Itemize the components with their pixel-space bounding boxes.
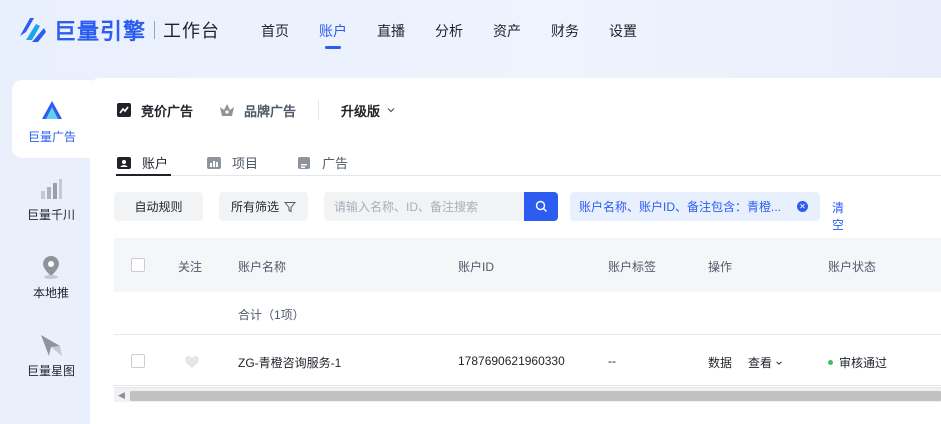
brand-divider: [154, 21, 156, 39]
col-actions: 操作: [708, 260, 733, 274]
table-total-row: 合计（1项）: [114, 292, 941, 335]
filter-funnel-icon: [284, 201, 296, 213]
active-filter-text: 账户名称、账户ID、备注包含：青橙...: [579, 200, 782, 214]
col-account-name: 账户名称: [238, 260, 287, 274]
tab-bidding-ad[interactable]: 竞价广告: [116, 101, 193, 120]
col-account-id: 账户ID: [458, 260, 495, 274]
main-panel: 竞价广告 品牌广告 升级版 账户 项目 广告 自动规则 所有筛选 请输入名称、I…: [90, 78, 941, 424]
heart-icon[interactable]: [184, 355, 200, 372]
account-card-icon: [116, 156, 132, 170]
account-id-cell: 1787690621960330: [458, 354, 565, 368]
account-name-cell[interactable]: ZG-青橙咨询服务-1: [238, 354, 341, 371]
ocean-engine-ad-icon: [39, 98, 65, 124]
sidebar-item-xingtu[interactable]: 巨量星图: [12, 314, 90, 392]
sidebar-item-qianchuan[interactable]: 巨量千川: [12, 158, 90, 236]
sidebar-item-label: 巨量千川: [26, 208, 75, 222]
tab-brand-ad-label: 品牌广告: [244, 103, 297, 119]
ad-type-switcher: 竞价广告 品牌广告 升级版: [116, 100, 396, 120]
tab-project-label: 项目: [232, 156, 259, 171]
chevron-down-icon: [775, 356, 783, 370]
nav-finance[interactable]: 财务: [551, 21, 579, 51]
divider: [318, 100, 320, 120]
sidebar-item-ocean-ad[interactable]: 巨量广告: [12, 80, 92, 158]
sub-tabs: 账户 项目 广告: [116, 150, 941, 176]
brand-name: 巨量引擎: [54, 19, 147, 44]
nav-home[interactable]: 首页: [261, 21, 289, 51]
nav-account[interactable]: 账户: [319, 21, 347, 51]
status-text: 审核通过: [839, 356, 888, 370]
horizontal-scrollbar[interactable]: ◀: [114, 387, 941, 402]
trend-chart-icon: [116, 102, 132, 118]
sidebar-item-label: 巨量广告: [27, 130, 76, 144]
all-filter-label: 所有筛选: [230, 200, 279, 214]
data-link[interactable]: 数据: [708, 354, 732, 371]
account-tag-cell: --: [608, 354, 616, 368]
nav-settings[interactable]: 设置: [609, 21, 637, 51]
tab-brand-ad[interactable]: 品牌广告: [219, 101, 296, 120]
top-nav: 首页 账户 直播 分析 资产 财务 设置: [261, 21, 667, 51]
sidebar-item-local-push[interactable]: 本地推: [12, 236, 90, 314]
search-input[interactable]: [324, 192, 524, 221]
scrollbar-thumb[interactable]: [130, 391, 941, 401]
sidebar-item-label: 本地推: [32, 286, 69, 300]
tab-project[interactable]: 项目: [206, 150, 258, 175]
version-dropdown[interactable]: 升级版: [341, 101, 396, 120]
status-dot-icon: [828, 360, 833, 366]
tab-ad[interactable]: 广告: [296, 150, 348, 175]
top-bar: 巨量引擎 工作台 首页 账户 直播 分析 资产 财务 设置: [0, 0, 941, 78]
xingtu-star-icon: [38, 332, 64, 358]
brand-logo[interactable]: 巨量引擎 工作台: [16, 14, 220, 46]
auto-rule-button[interactable]: 自动规则: [114, 192, 203, 221]
chevron-down-icon: [386, 103, 396, 118]
search-button[interactable]: [524, 192, 558, 221]
col-follow: 关注: [178, 260, 203, 274]
all-filter-button[interactable]: 所有筛选: [219, 192, 308, 221]
row-checkbox[interactable]: [131, 354, 145, 368]
tab-account[interactable]: 账户: [116, 150, 172, 176]
nav-analysis[interactable]: 分析: [435, 21, 463, 51]
col-account-tag: 账户标签: [608, 260, 657, 274]
table-header: 关注 账户名称 账户ID 账户标签 操作 账户状态: [114, 238, 941, 292]
total-label: 合计（1项）: [238, 308, 305, 322]
version-label: 升级版: [341, 103, 381, 119]
project-chart-icon: [206, 156, 222, 170]
view-dropdown[interactable]: 查看: [748, 354, 783, 371]
col-account-status: 账户状态: [828, 260, 877, 274]
nav-assets[interactable]: 资产: [493, 21, 521, 51]
tab-account-label: 账户: [142, 156, 169, 171]
select-all-checkbox[interactable]: [131, 258, 145, 272]
active-filter-tag[interactable]: 账户名称、账户ID、备注包含：青橙... ✕: [570, 192, 820, 221]
product-sidebar: 巨量广告 巨量千川 本地推 巨量星图: [0, 78, 92, 424]
crown-icon: [219, 102, 235, 118]
ocean-engine-logo-icon: [16, 14, 48, 46]
close-icon[interactable]: ✕: [797, 201, 808, 212]
brand-subtitle: 工作台: [163, 21, 221, 41]
tab-ad-label: 广告: [322, 156, 349, 171]
scroll-left-arrow-icon[interactable]: ◀: [118, 390, 125, 401]
table-row[interactable]: ZG-青橙咨询服务-1 1787690621960330 -- 数据 查看 审核…: [114, 336, 941, 386]
local-push-pin-icon: [38, 254, 64, 280]
qianchuan-bar-chart-icon: [38, 176, 64, 202]
status-badge: 审核通过: [828, 354, 887, 371]
tab-bidding-ad-label: 竞价广告: [141, 103, 194, 119]
sidebar-item-label: 巨量星图: [26, 364, 75, 378]
nav-live[interactable]: 直播: [377, 21, 405, 51]
search-icon: [535, 200, 548, 213]
view-label: 查看: [748, 356, 773, 370]
clear-filters-link[interactable]: 清空: [832, 199, 844, 233]
ad-document-icon: [296, 156, 312, 170]
